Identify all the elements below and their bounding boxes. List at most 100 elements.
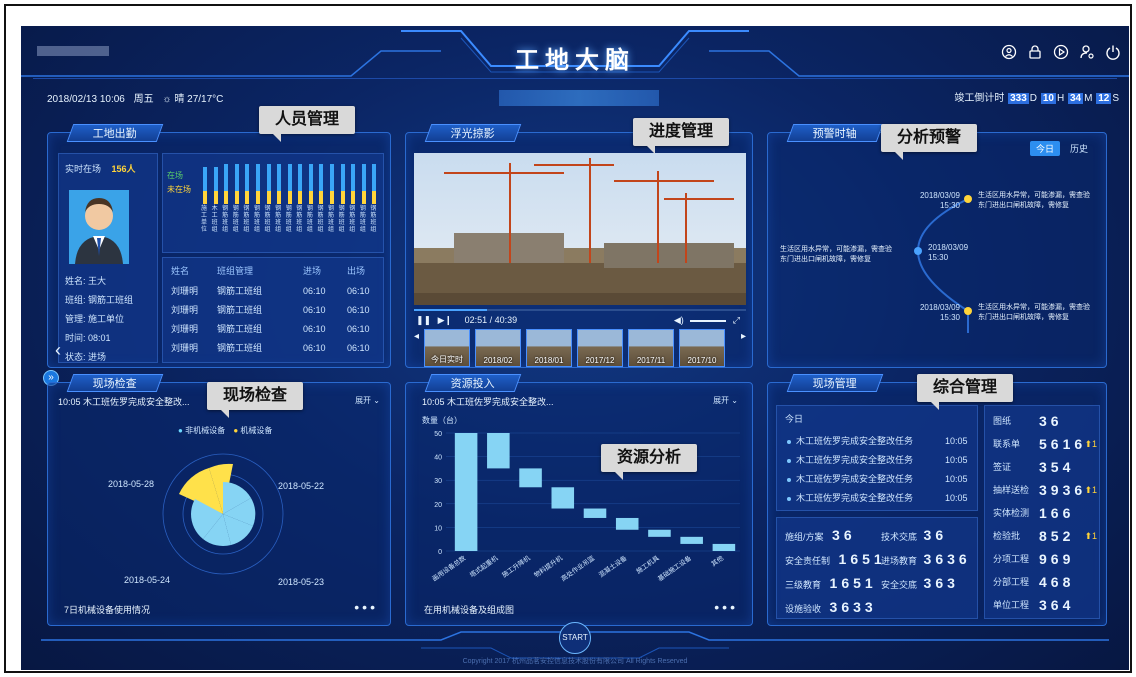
inspection-pager[interactable]: •••	[354, 599, 378, 615]
doc-stat[interactable]: 施组/方案 36	[785, 524, 856, 546]
quality-stat[interactable]: 实体检测 166	[993, 502, 1097, 524]
user-settings-icon[interactable]	[1079, 44, 1095, 60]
doc-stat-value: 363	[923, 575, 959, 591]
resource-latest[interactable]: 10:05 木工班佐罗完成安全整改...	[422, 395, 554, 408]
attendance-bar-label: 施工单位	[201, 206, 208, 233]
video-thumbnail[interactable]: 2018/02	[475, 329, 521, 367]
doc-stat[interactable]: 技术交底 36	[881, 524, 947, 546]
task-text: 木工班佐罗完成安全整改任务	[787, 432, 913, 450]
quality-stat[interactable]: 图纸 36	[993, 410, 1097, 432]
attendance-bar-absent	[330, 190, 335, 204]
rose-date-1: 2018-05-28	[108, 479, 155, 489]
timeline-event-3-text[interactable]: 生活区用水异常，可能渗漏，需查验 东门进出口闸机故障，需修复	[978, 303, 1090, 323]
video-frame[interactable]	[414, 153, 746, 305]
attendance-bar-present	[234, 164, 239, 191]
attendance-bar-label: 钢筋班组	[328, 206, 335, 233]
thumbs-prev-icon[interactable]: ◂	[414, 331, 419, 342]
pause-icon[interactable]: ❚❚	[416, 315, 431, 325]
doc-stat[interactable]: 安全交底 363	[881, 572, 959, 594]
inspection-latest[interactable]: 10:05 木工班佐罗完成安全整改...	[58, 395, 190, 408]
project-name-placeholder	[499, 90, 659, 106]
timeline-event-1-text[interactable]: 生活区用水异常，可能渗漏，需查验 东门进出口闸机故障，需修复	[978, 191, 1090, 211]
attendance-table-cell: 刘珊明	[171, 305, 199, 315]
play-circle-icon[interactable]	[1053, 44, 1069, 60]
chart-bar	[615, 517, 639, 530]
doc-stat-label: 施组/方案	[785, 532, 824, 542]
inspection-footer: 7日机械设备使用情况	[64, 605, 151, 615]
quality-stat[interactable]: 联系单 5616 ⬆1	[993, 433, 1097, 455]
video-progress-track[interactable]	[414, 309, 746, 311]
task-item[interactable]: 木工班佐罗完成安全整改任务 10:05	[777, 489, 977, 507]
attendance-bar-present	[298, 164, 303, 191]
lock-icon[interactable]	[1027, 44, 1043, 60]
fullscreen-icon[interactable]: ⤢	[733, 315, 740, 325]
quality-stat[interactable]: 检验批 852 ⬆1	[993, 525, 1097, 547]
doc-stat[interactable]: 安全责任制 1651	[785, 548, 886, 570]
next-icon[interactable]: ▶❙	[438, 315, 452, 325]
attendance-bar-present	[330, 164, 335, 191]
video-thumbnail[interactable]: 2017/11	[628, 329, 674, 367]
attendance-table-row[interactable]: 刘珊明 钢筋工班组 06:10 06:10	[163, 282, 383, 300]
video-thumbnail-label: 2018/02	[483, 356, 513, 365]
doc-stats: 施组/方案 36 技术交底 36 安全责任制 1651 进场教育 3636 三级教育 1…	[776, 517, 978, 619]
quality-stat-label: 分项工程	[993, 554, 1030, 564]
attendance-table-row[interactable]: 刘珊明 钢筋工班组 06:10 06:10	[163, 339, 383, 357]
quality-stat[interactable]: 单位工程 364	[993, 594, 1097, 616]
chart-bar	[712, 543, 736, 551]
doc-stat[interactable]: 三级教育 1651	[785, 572, 877, 594]
attendance-bar	[234, 160, 239, 204]
attendance-bar-label: 钢筋班组	[296, 206, 303, 233]
attendance-bar	[287, 160, 292, 204]
profile-time: 时间: 08:01	[65, 333, 111, 343]
quality-stat-label: 联系单	[993, 439, 1021, 449]
task-item[interactable]: 木工班佐罗完成安全整改任务 10:05	[777, 432, 977, 450]
video-progress-fill	[414, 309, 488, 311]
quality-stat[interactable]: 分部工程 468	[993, 571, 1097, 593]
quality-stat[interactable]: 签证 354	[993, 456, 1097, 478]
volume-icon[interactable]: ◀)	[674, 315, 684, 325]
quality-stat[interactable]: 分项工程 969	[993, 548, 1097, 570]
attendance-table-row[interactable]: 刘珊明 钢筋工班组 06:10 06:10	[163, 301, 383, 319]
volume-slider[interactable]	[690, 319, 727, 322]
power-icon[interactable]	[1105, 44, 1121, 60]
quality-stats: 图纸 36 联系单 5616 ⬆1 签证 354 抽样送检 3936 ⬆1 实体检测 166 检验批 85…	[984, 405, 1100, 619]
quality-stat[interactable]: 抽样送检 3936 ⬆1	[993, 479, 1097, 501]
quality-stat-value: 969	[1039, 551, 1075, 567]
attendance-bar-present	[255, 164, 260, 191]
attendance-bar-present	[245, 164, 250, 191]
timeline-event-2-text[interactable]: 生活区用水异常，可能渗漏，需查验 东门进出口闸机故障，需修复	[780, 245, 892, 265]
video-thumbnail[interactable]: 2017/10	[679, 329, 725, 367]
doc-stat[interactable]: 设施验收 3633	[785, 596, 877, 618]
video-thumbnail[interactable]: 2018/01	[526, 329, 572, 367]
countdown-hours-unit: H	[1056, 93, 1065, 104]
chevron-left-icon[interactable]: ‹	[55, 340, 61, 361]
attendance-bar-present	[266, 164, 271, 191]
start-button[interactable]: START	[559, 622, 591, 654]
attendance-bar	[224, 160, 229, 204]
task-item[interactable]: 木工班佐罗完成安全整改任务 10:05	[777, 451, 977, 469]
thumbs-next-icon[interactable]: ▸	[741, 331, 746, 342]
quality-stat-value: 36	[1039, 413, 1063, 429]
attendance-bar	[255, 160, 260, 204]
worker-avatar	[69, 190, 129, 264]
doc-stat[interactable]: 进场教育 3636	[881, 548, 971, 570]
video-thumbnail[interactable]: 2017/12	[577, 329, 623, 367]
resource-pager[interactable]: •••	[714, 599, 738, 615]
resource-expand-button[interactable]: 展开 ⌄	[713, 395, 738, 406]
chart-xtick: 物料提升机	[532, 553, 564, 579]
rose-date-2: 2018-05-22	[278, 481, 325, 491]
attendance-bar	[277, 160, 282, 204]
arrow-up-icon: ⬆1	[1084, 531, 1097, 541]
doc-stat-value: 3636	[923, 551, 971, 567]
user-circle-icon[interactable]	[1001, 44, 1017, 60]
attendance-bar	[266, 160, 271, 204]
video-thumbnail[interactable]: 今日实时	[424, 329, 470, 367]
inspection-expand-button[interactable]: 展开 ⌄	[355, 395, 380, 406]
doc-stat-value: 1651	[829, 575, 877, 591]
attendance-table-header: 姓名 班组管理 进场 出场	[171, 266, 366, 276]
attendance-table-row[interactable]: 刘珊明 钢筋工班组 06:10 06:10	[163, 320, 383, 338]
task-item[interactable]: 木工班佐罗完成安全整改任务 10:05	[777, 470, 977, 488]
task-text: 木工班佐罗完成安全整改任务	[787, 451, 913, 469]
callout-personnel: 人员管理	[259, 106, 356, 142]
callout-general: 综合管理	[917, 374, 1014, 410]
